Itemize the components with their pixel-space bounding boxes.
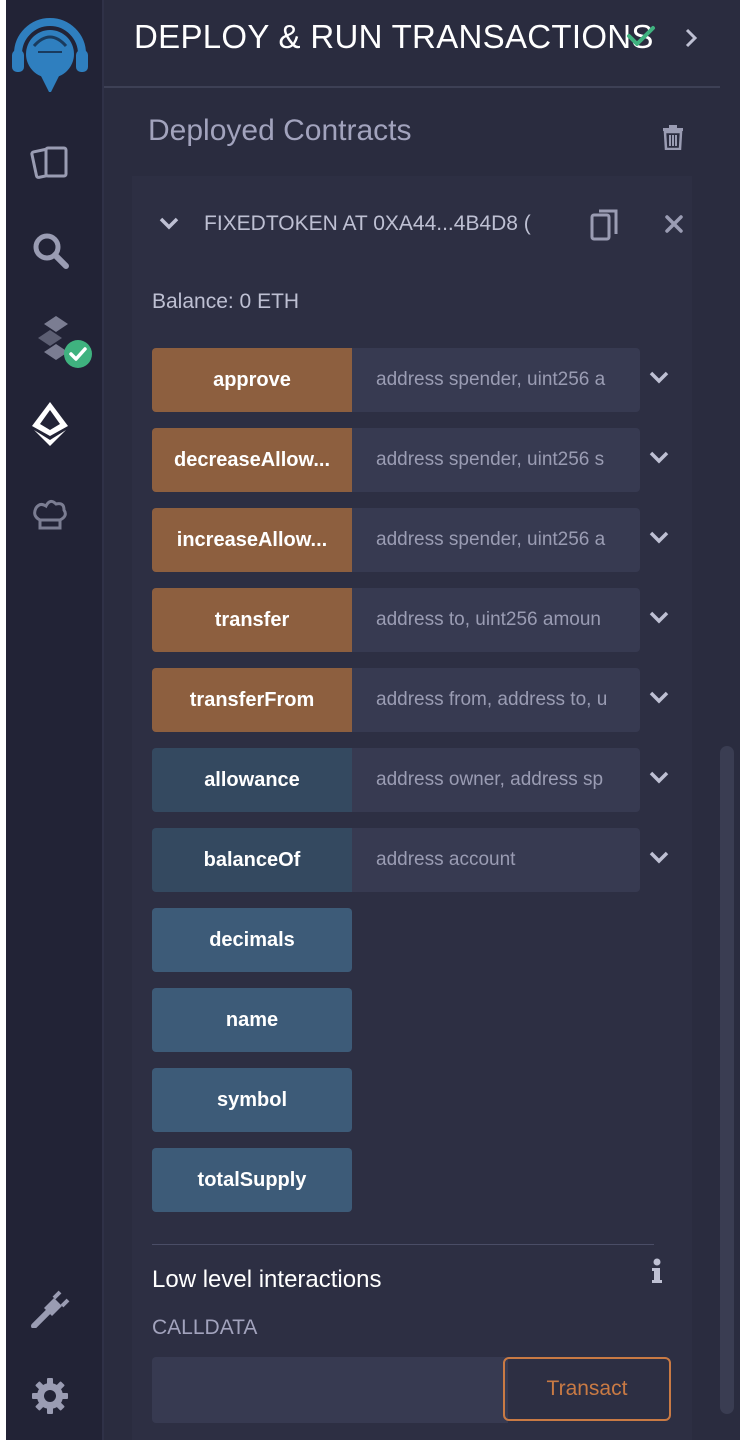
chef-hat-icon[interactable] — [30, 496, 70, 536]
function-args-input[interactable] — [352, 508, 640, 572]
function-button-symbol[interactable]: symbol — [152, 1068, 352, 1132]
solidity-compiler-icon[interactable] — [30, 316, 94, 370]
contract-instance-name[interactable]: FIXEDTOKEN AT 0XA44...4B4D8 ( — [204, 212, 544, 236]
function-button-totalsupply[interactable]: totalSupply — [152, 1148, 352, 1212]
section-divider — [152, 1244, 654, 1245]
contract-balance: Balance: 0 ETH — [152, 290, 300, 313]
remix-window: DEPLOY & RUN TRANSACTIONS Deployed Contr… — [6, 0, 740, 1440]
function-args-input[interactable] — [352, 588, 640, 652]
chevron-down-icon[interactable] — [648, 530, 672, 550]
scrollbar[interactable] — [720, 746, 734, 1414]
info-icon[interactable] — [650, 1258, 664, 1291]
function-args-input[interactable] — [352, 828, 640, 892]
deployed-contracts-heading: Deployed Contracts — [148, 114, 412, 147]
function-args-input[interactable] — [352, 748, 640, 812]
chevron-down-icon[interactable] — [648, 850, 672, 870]
function-button-approve[interactable]: approve — [152, 348, 352, 412]
remix-logo-icon[interactable] — [8, 8, 92, 92]
function-button-name[interactable]: name — [152, 988, 352, 1052]
close-icon[interactable] — [664, 214, 684, 239]
chevron-down-icon[interactable] — [648, 610, 672, 630]
icon-sidebar — [6, 0, 104, 1440]
transact-button[interactable]: Transact — [503, 1357, 671, 1421]
trash-icon[interactable] — [662, 124, 684, 155]
chevron-down-icon[interactable] — [648, 690, 672, 710]
panel-title: DEPLOY & RUN TRANSACTIONS — [134, 18, 654, 55]
function-button-allowance[interactable]: allowance — [152, 748, 352, 812]
chevron-down-icon[interactable] — [648, 370, 672, 390]
calldata-label: CALLDATA — [152, 1316, 258, 1339]
settings-icon[interactable] — [30, 1376, 70, 1416]
header-divider — [104, 86, 720, 88]
function-button-increaseallow[interactable]: increaseAllow... — [152, 508, 352, 572]
search-icon[interactable] — [30, 230, 70, 270]
chevron-down-icon[interactable] — [648, 450, 672, 470]
function-args-input[interactable] — [352, 428, 640, 492]
function-button-transfer[interactable]: transfer — [152, 588, 352, 652]
function-button-transferfrom[interactable]: transferFrom — [152, 668, 352, 732]
deploy-run-icon[interactable] — [30, 402, 70, 446]
chevron-down-icon[interactable] — [158, 216, 180, 235]
calldata-input[interactable] — [152, 1357, 508, 1423]
function-args-input[interactable] — [352, 668, 640, 732]
file-explorer-icon[interactable] — [30, 140, 70, 180]
function-button-decimals[interactable]: decimals — [152, 908, 352, 972]
plugin-manager-icon[interactable] — [30, 1288, 70, 1328]
function-button-balanceof[interactable]: balanceOf — [152, 828, 352, 892]
deploy-run-panel: DEPLOY & RUN TRANSACTIONS Deployed Contr… — [104, 0, 740, 1440]
check-icon — [626, 24, 656, 53]
function-button-decreaseallow[interactable]: decreaseAllow... — [152, 428, 352, 492]
chevron-down-icon[interactable] — [648, 770, 672, 790]
low-level-heading: Low level interactions — [152, 1266, 382, 1293]
deployed-contract-card: FIXEDTOKEN AT 0XA44...4B4D8 ( Balance: 0… — [132, 176, 692, 1440]
function-args-input[interactable] — [352, 348, 640, 412]
chevron-right-icon[interactable] — [684, 27, 698, 54]
copy-icon[interactable] — [590, 208, 620, 247]
